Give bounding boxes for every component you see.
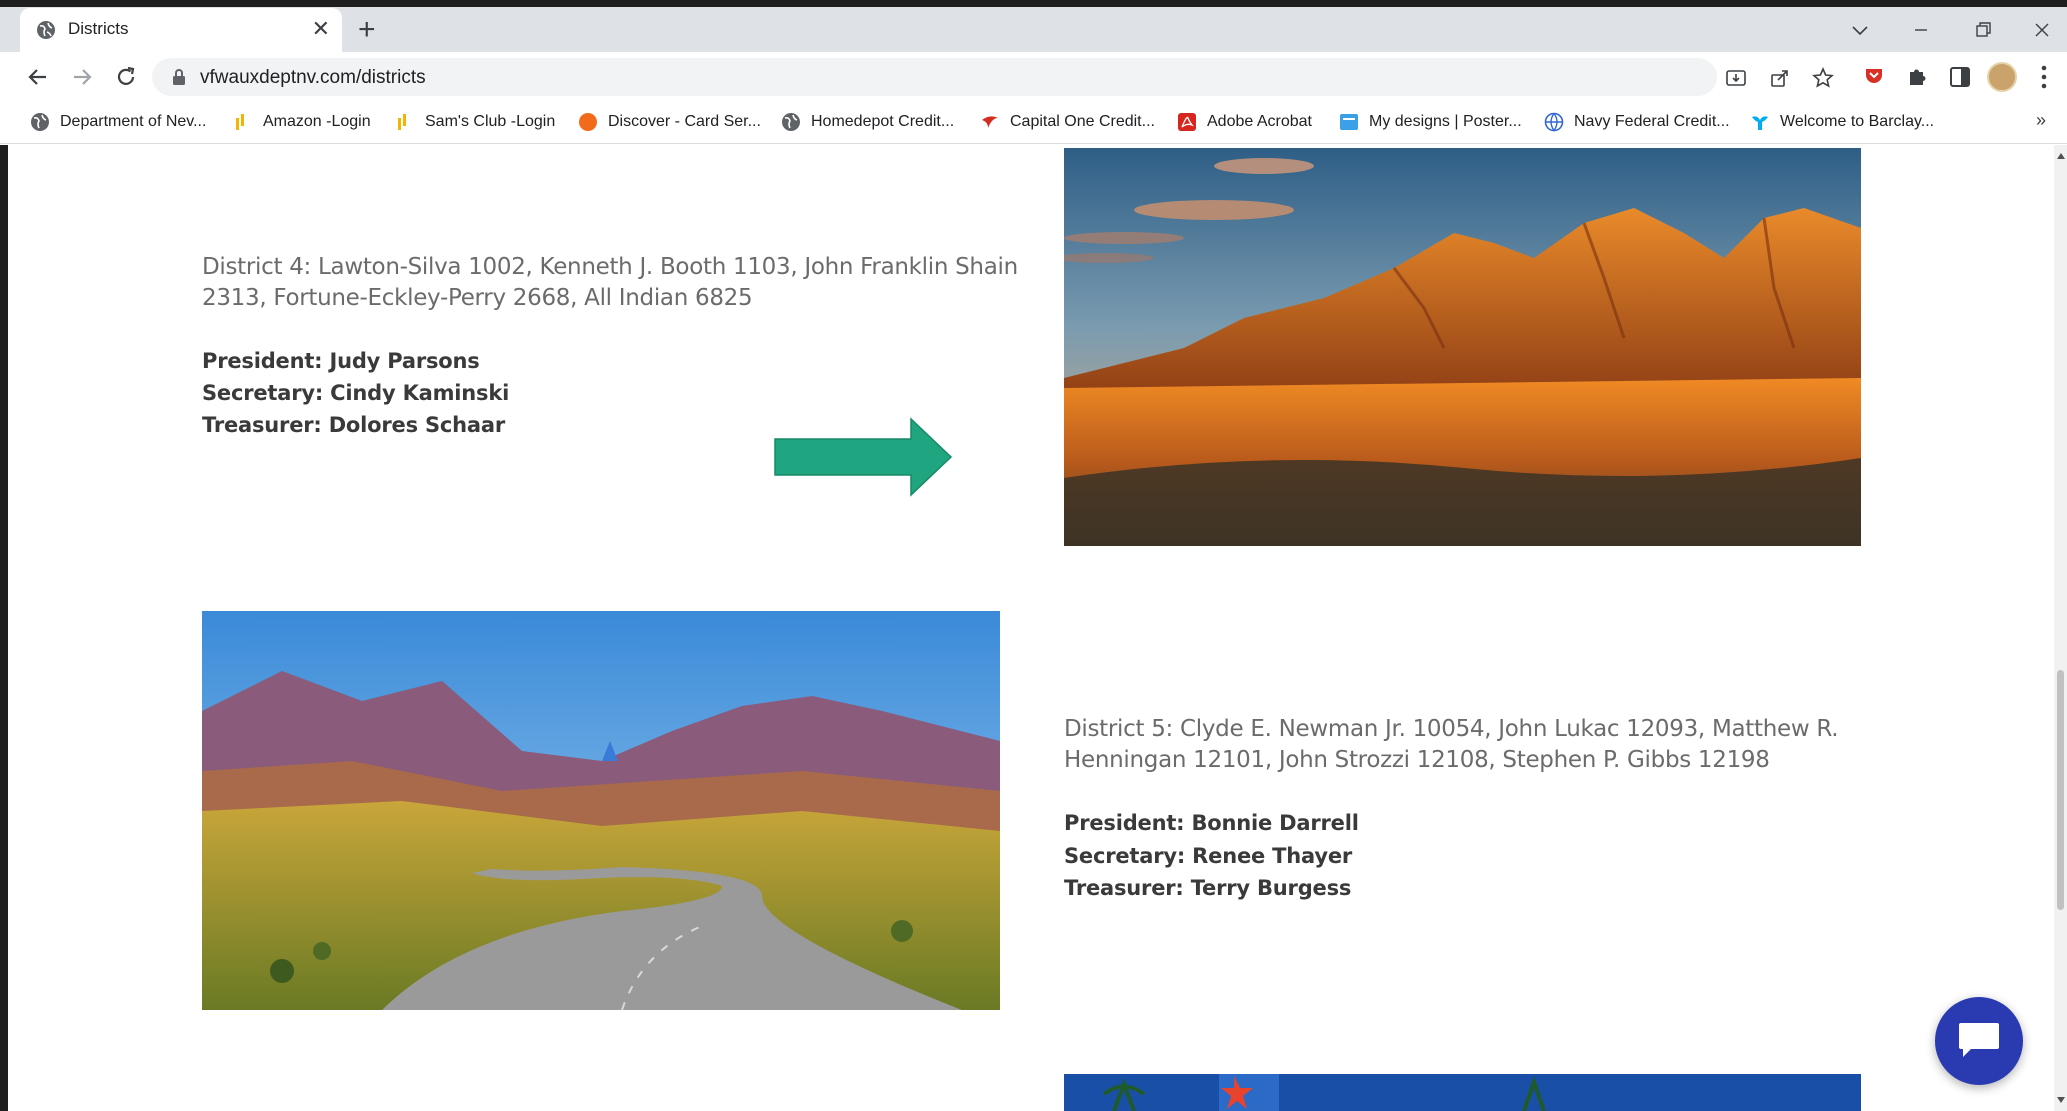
page-content: District 4: Lawton-Silva 1002, Kenneth J… bbox=[0, 145, 2054, 1111]
desert-road-image bbox=[202, 611, 1000, 1010]
reload-icon[interactable] bbox=[112, 63, 140, 91]
window-top-edge bbox=[0, 0, 2067, 7]
bookmark-item[interactable]: Adobe Acrobat bbox=[1177, 110, 1312, 134]
tab-close-icon[interactable]: ✕ bbox=[312, 17, 330, 41]
bookmark-item[interactable]: Homedepot Credit... bbox=[781, 110, 954, 134]
las-vegas-sign-image bbox=[1064, 1074, 1861, 1111]
district-4-treasurer: Treasurer: Dolores Schaar bbox=[202, 413, 506, 437]
window-left-edge bbox=[0, 145, 8, 1111]
bookmark-item[interactable]: Department of Nev... bbox=[30, 110, 206, 134]
extension-shield-icon[interactable] bbox=[1862, 65, 1886, 89]
bookmark-star-icon[interactable] bbox=[1812, 67, 1834, 89]
capital-one-logo-icon bbox=[982, 116, 998, 128]
bookmark-bars-icon bbox=[398, 114, 406, 130]
chat-bubble-icon bbox=[1959, 1023, 1999, 1057]
scroll-thumb[interactable] bbox=[2057, 670, 2064, 910]
extensions-puzzle-icon[interactable] bbox=[1905, 65, 1929, 89]
acrobat-icon bbox=[1178, 113, 1196, 131]
forward-arrow-icon[interactable] bbox=[68, 63, 96, 91]
bookmark-item[interactable]: Sam's Club -Login bbox=[395, 110, 555, 134]
bookmarks-bar: Department of Nev... Amazon -Login Sam's… bbox=[0, 102, 2067, 144]
minimize-icon bbox=[1915, 29, 1927, 31]
chevron-down-icon bbox=[1852, 26, 1868, 36]
address-bar[interactable]: vfwauxdeptnv.com/districts bbox=[152, 58, 1834, 96]
bookmark-item[interactable]: Discover - Card Ser... bbox=[578, 110, 761, 134]
bookmark-item[interactable]: Welcome to Barclay... bbox=[1750, 110, 1934, 134]
district-4-description: District 4: Lawton-Silva 1002, Kenneth J… bbox=[202, 254, 1018, 311]
tab-districts[interactable]: Districts ✕ bbox=[20, 8, 342, 52]
globe-icon bbox=[782, 113, 800, 131]
tab-search-button[interactable] bbox=[1836, 11, 1884, 47]
close-icon bbox=[2035, 23, 2049, 37]
install-app-icon[interactable] bbox=[1725, 67, 1747, 89]
close-window-button[interactable] bbox=[2018, 11, 2066, 47]
bookmark-item[interactable]: My designs | Poster... bbox=[1339, 110, 1522, 134]
bookmark-item[interactable]: Capital One Credit... bbox=[980, 110, 1155, 134]
back-arrow-icon[interactable] bbox=[24, 63, 52, 91]
globe-icon bbox=[37, 21, 55, 39]
district-5-treasurer: Treasurer: Terry Burgess bbox=[1064, 876, 1352, 900]
profile-avatar[interactable] bbox=[1987, 62, 2017, 92]
new-tab-button[interactable]: + bbox=[358, 15, 376, 45]
district-4-president: President: Judy Parsons bbox=[202, 349, 480, 373]
globe-icon bbox=[31, 113, 49, 131]
bookmark-item[interactable]: Navy Federal Credit... bbox=[1544, 110, 1730, 134]
red-rock-canyon-image bbox=[1064, 148, 1861, 546]
side-panel-icon[interactable] bbox=[1948, 65, 1972, 89]
page-scrollbar[interactable] bbox=[2054, 145, 2067, 1111]
globe-icon bbox=[1544, 112, 1564, 132]
postermywall-icon bbox=[1340, 114, 1358, 130]
barclays-eagle-icon bbox=[1752, 116, 1768, 130]
district-4-secretary: Secretary: Cindy Kaminski bbox=[202, 381, 510, 405]
district-5-description: District 5: Clyde E. Newman Jr. 10054, J… bbox=[1064, 716, 1839, 773]
tab-title: Districts bbox=[68, 19, 129, 38]
url-text: vfwauxdeptnv.com/districts bbox=[200, 67, 426, 88]
browser-toolbar: vfwauxdeptnv.com/districts bbox=[0, 52, 2067, 102]
scroll-up-arrow-icon[interactable] bbox=[2057, 153, 2065, 159]
lock-icon[interactable] bbox=[172, 68, 186, 86]
more-menu-icon[interactable] bbox=[2040, 64, 2048, 90]
district-5-secretary: Secretary: Renee Thayer bbox=[1064, 844, 1353, 868]
chat-button[interactable] bbox=[1935, 997, 2023, 1085]
tab-bar: Districts ✕ + bbox=[0, 7, 2067, 52]
scroll-down-arrow-icon[interactable] bbox=[2057, 1097, 2065, 1103]
discover-logo-icon bbox=[579, 113, 597, 131]
bookmark-item[interactable]: Amazon -Login bbox=[233, 110, 371, 134]
bookmark-bars-icon bbox=[236, 114, 244, 130]
district-5-president: President: Bonnie Darrell bbox=[1064, 811, 1359, 835]
minimize-button[interactable] bbox=[1897, 11, 1945, 47]
restore-icon bbox=[1976, 22, 1991, 37]
bookmarks-overflow-icon[interactable]: » bbox=[2036, 110, 2046, 131]
restore-button[interactable] bbox=[1959, 11, 2007, 47]
share-icon[interactable] bbox=[1769, 67, 1791, 89]
pointer-arrow-icon bbox=[774, 417, 953, 497]
